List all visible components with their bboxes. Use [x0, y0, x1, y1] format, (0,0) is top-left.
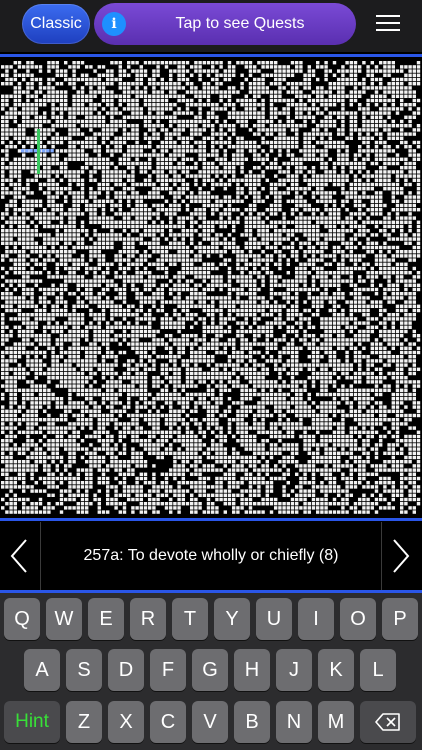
grid-bottom-divider [0, 518, 422, 521]
top-bar: Classic i Tap to see Quests [0, 0, 422, 52]
clue-bar: 257a: To devote wholly or chiefly (8) [0, 522, 422, 590]
quests-label: Tap to see Quests [175, 15, 305, 32]
key-s[interactable]: S [66, 649, 102, 691]
key-v[interactable]: V [192, 701, 228, 743]
key-j[interactable]: J [276, 649, 312, 691]
key-h[interactable]: H [234, 649, 270, 691]
hamburger-menu-icon[interactable] [372, 12, 404, 34]
key-f[interactable]: F [150, 649, 186, 691]
key-z[interactable]: Z [66, 701, 102, 743]
info-icon: i [102, 12, 126, 36]
quests-button[interactable]: i Tap to see Quests [94, 3, 356, 45]
key-t[interactable]: T [172, 598, 208, 640]
crossword-grid[interactable] [0, 59, 422, 515]
key-c[interactable]: C [150, 701, 186, 743]
mode-button[interactable]: Classic [22, 4, 90, 44]
key-q[interactable]: Q [4, 598, 40, 640]
grid-cells[interactable] [1, 61, 421, 514]
chevron-right-icon [393, 539, 410, 573]
key-e[interactable]: E [88, 598, 124, 640]
crossword-grid-canvas[interactable] [0, 59, 422, 515]
key-u[interactable]: U [256, 598, 292, 640]
key-x[interactable]: X [108, 701, 144, 743]
current-clue: 257a: To devote wholly or chiefly (8) [83, 547, 339, 564]
key-i[interactable]: I [298, 598, 334, 640]
key-b[interactable]: B [234, 701, 270, 743]
key-a[interactable]: A [24, 649, 60, 691]
active-cell-marker [37, 129, 40, 174]
chevron-left-icon [10, 539, 27, 573]
key-r[interactable]: R [130, 598, 166, 640]
key-l[interactable]: L [360, 649, 396, 691]
key-g[interactable]: G [192, 649, 228, 691]
key-y[interactable]: Y [214, 598, 250, 640]
key-w[interactable]: W [46, 598, 82, 640]
backspace-button[interactable] [360, 701, 416, 743]
top-divider [0, 54, 422, 57]
next-clue-button[interactable] [381, 522, 422, 590]
key-k[interactable]: K [318, 649, 354, 691]
previous-clue-button[interactable] [0, 522, 41, 590]
key-d[interactable]: D [108, 649, 144, 691]
letter-keyboard: Q W E R T Y U I O P A S D F G H J K L Hi… [0, 593, 422, 750]
key-m[interactable]: M [318, 701, 354, 743]
backspace-icon [375, 713, 400, 731]
key-p[interactable]: P [382, 598, 418, 640]
key-n[interactable]: N [276, 701, 312, 743]
hint-button[interactable]: Hint [4, 701, 60, 743]
key-o[interactable]: O [340, 598, 376, 640]
